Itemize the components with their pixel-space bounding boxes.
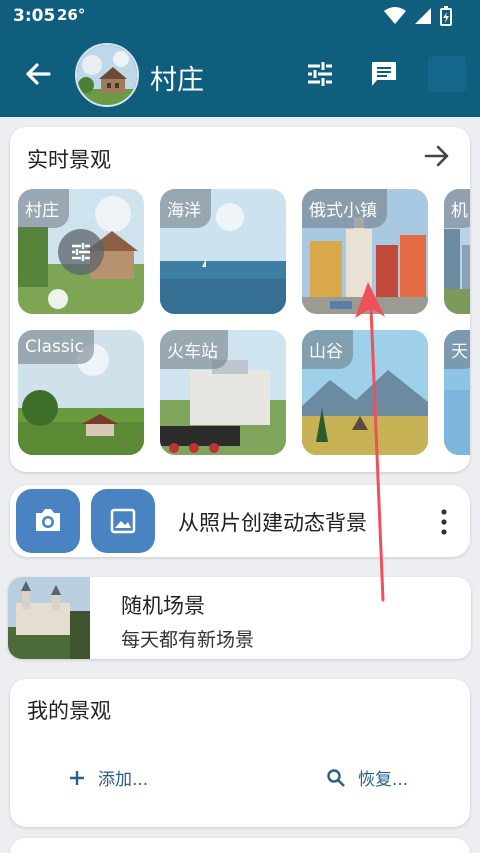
add-scene-button[interactable]: 添加... [68, 765, 148, 790]
tune-icon[interactable] [304, 58, 336, 90]
back-arrow-icon[interactable] [22, 58, 54, 90]
scene-tile-valley[interactable]: 山谷 [302, 330, 428, 455]
status-time: 3:05 [13, 6, 56, 26]
scene-tiles: 村庄 海洋 俄式小镇 机 Classic 火车站 山谷 天 [18, 189, 470, 459]
scene-tile-classic[interactable]: Classic [18, 330, 144, 455]
scene-avatar[interactable] [75, 43, 139, 107]
status-icons [384, 6, 452, 26]
random-scene-card[interactable]: 随机场景 每天都有新场景 [8, 577, 471, 659]
scene-tile-label: 天 [444, 330, 470, 369]
scene-tile-city[interactable]: 机 [444, 189, 470, 314]
scene-tile-ocean[interactable]: 海洋 [160, 189, 286, 314]
scene-tile-label: 海洋 [160, 189, 211, 228]
village-thumbnail-image [77, 45, 137, 105]
page-title: 村庄 [150, 65, 204, 96]
scene-tile-sky[interactable]: 天 [444, 330, 470, 455]
my-scenery-card: 我的景观 添加... 恢复... [10, 679, 470, 827]
camera-button[interactable] [16, 489, 80, 553]
signal-icon [415, 8, 431, 24]
top-app-bar: 3:05 26° 村庄 [0, 0, 480, 117]
live-scenery-card: 实时景观 村庄 海洋 俄式小镇 机 Classic 火车站 山谷 天 [10, 127, 470, 472]
castle-thumbnail-image [8, 577, 90, 659]
scene-tile-label: 俄式小镇 [302, 189, 387, 228]
camera-icon [36, 509, 60, 531]
more-vert-icon[interactable] [432, 507, 456, 537]
scene-tile-russian-town[interactable]: 俄式小镇 [302, 189, 428, 314]
app-bar: 村庄 [0, 40, 480, 110]
search-icon [327, 768, 345, 787]
restore-scene-label: 恢复... [358, 770, 409, 790]
my-scenery-title: 我的景观 [27, 699, 111, 723]
overflow-menu-button[interactable] [428, 56, 466, 92]
image-icon [110, 508, 136, 534]
scene-tile-label: 机 [444, 189, 470, 228]
scene-tile-train-station[interactable]: 火车站 [160, 330, 286, 455]
wifi-icon [384, 7, 406, 24]
status-temperature: 26° [57, 6, 86, 24]
scene-tile-label: 村庄 [18, 189, 69, 228]
tune-overlay-icon[interactable] [58, 229, 104, 275]
scene-tile-label: Classic [18, 330, 94, 364]
add-scene-label: 添加... [98, 770, 149, 790]
scene-tile-label: 山谷 [302, 330, 353, 369]
battery-icon [440, 6, 452, 26]
plus-icon [70, 770, 84, 785]
scene-tile-label: 火车站 [160, 330, 228, 369]
create-from-photo-label: 从照片创建动态背景 [178, 511, 367, 535]
message-icon[interactable] [368, 58, 400, 90]
next-card-edge [10, 838, 470, 853]
create-from-photo-card[interactable]: 从照片创建动态背景 [10, 485, 470, 557]
gallery-button[interactable] [91, 489, 155, 553]
arrow-right-icon[interactable] [422, 141, 452, 171]
restore-scene-button[interactable]: 恢复... [326, 765, 408, 790]
scene-tile-village[interactable]: 村庄 [18, 189, 144, 314]
random-scene-subtitle: 每天都有新场景 [121, 629, 255, 651]
random-scene-title: 随机场景 [121, 594, 205, 618]
live-scenery-title: 实时景观 [27, 148, 111, 172]
status-bar: 3:05 26° [0, 0, 480, 32]
